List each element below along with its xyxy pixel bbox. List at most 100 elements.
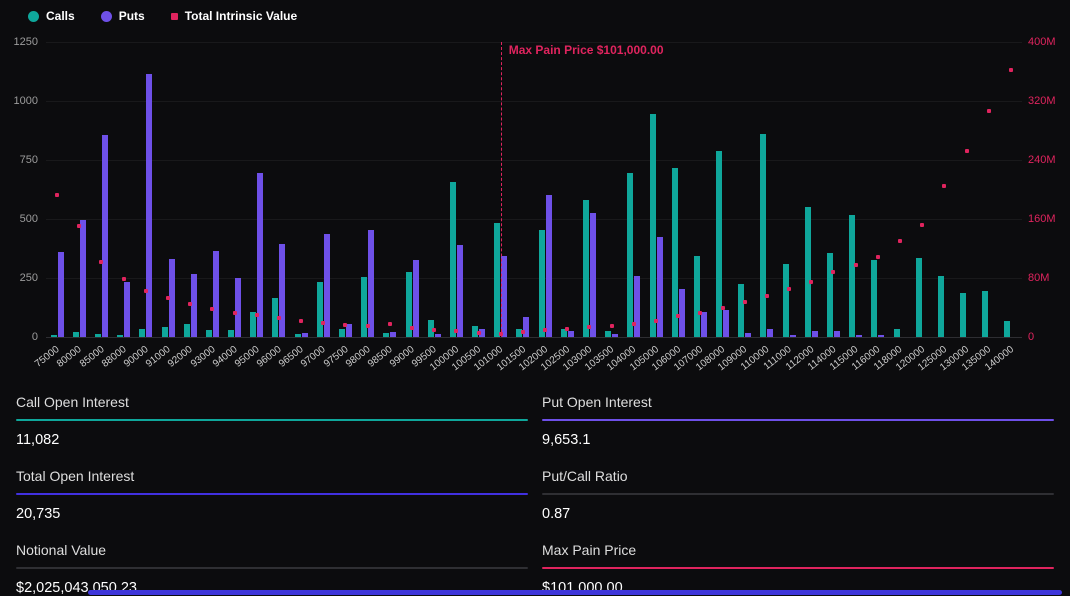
put-bar — [435, 334, 441, 337]
legend-item-calls[interactable]: Calls — [28, 9, 75, 23]
total-intrinsic-value-point — [144, 289, 148, 293]
x-tick-label: 88000 — [100, 344, 129, 370]
call-bar — [760, 134, 766, 337]
x-tick-label: 98500 — [366, 344, 395, 370]
total-intrinsic-value-point — [188, 302, 192, 306]
put-bar — [745, 333, 751, 337]
call-bar — [849, 215, 855, 337]
put-bar — [790, 335, 796, 337]
gridline — [46, 219, 1022, 220]
call-bar — [894, 329, 900, 337]
call-bar — [982, 291, 988, 337]
total-intrinsic-value-point — [765, 294, 769, 298]
total-intrinsic-value-point — [743, 300, 747, 304]
bottom-accent-bar — [88, 590, 1062, 595]
stat-label: Notional Value — [16, 542, 528, 558]
left-axis-tick: 750 — [0, 153, 38, 167]
stat-value: 20,735 — [16, 506, 528, 522]
x-tick-label: 94000 — [211, 344, 240, 370]
x-tick-label: 85000 — [78, 344, 107, 370]
total-intrinsic-value-legend-marker-icon — [171, 13, 178, 20]
legend-item-puts[interactable]: Puts — [101, 9, 145, 23]
put-bar — [279, 244, 285, 337]
total-intrinsic-value-point — [654, 319, 658, 323]
call-bar — [916, 258, 922, 337]
legend-item-total-intrinsic-value[interactable]: Total Intrinsic Value — [171, 9, 297, 23]
total-intrinsic-value-point — [676, 314, 680, 318]
total-intrinsic-value-point — [388, 322, 392, 326]
put-bar — [767, 329, 773, 337]
total-intrinsic-value-point — [898, 239, 902, 243]
put-bar — [213, 251, 219, 337]
total-intrinsic-value-point — [854, 263, 858, 267]
x-axis-labels: 7500080000850008800090000910009200093000… — [0, 340, 1070, 380]
call-bar — [51, 335, 57, 337]
put-bar — [878, 335, 884, 337]
total-intrinsic-value-point — [122, 277, 126, 281]
x-tick-label: 97000 — [299, 344, 328, 370]
gridline — [46, 101, 1022, 102]
stat-put-call-ratio: Put/Call Ratio 0.87 — [542, 462, 1054, 522]
right-axis-tick: 160M — [1028, 212, 1056, 226]
put-bar — [80, 220, 86, 337]
total-intrinsic-value-point — [876, 255, 880, 259]
put-bar — [679, 289, 685, 337]
x-tick-label: 80000 — [55, 344, 84, 370]
stat-label: Put Open Interest — [542, 394, 1054, 410]
total-intrinsic-value-point — [698, 311, 702, 315]
plot-area[interactable]: Max Pain Price $101,000.00 — [46, 42, 1022, 337]
total-intrinsic-value-point — [299, 319, 303, 323]
chart-legend: Calls Puts Total Intrinsic Value — [28, 9, 297, 23]
options-open-interest-chart[interactable]: Calls Puts Total Intrinsic Value 0250500… — [0, 0, 1070, 380]
stat-put-open-interest: Put Open Interest 9,653.1 — [542, 388, 1054, 448]
x-tick-label: 92000 — [166, 344, 195, 370]
x-tick-label: 96500 — [277, 344, 306, 370]
x-tick-label: 96000 — [255, 344, 284, 370]
put-bar — [612, 334, 618, 337]
stat-label: Max Pain Price — [542, 542, 1054, 558]
call-bar — [783, 264, 789, 337]
total-intrinsic-value-point — [942, 184, 946, 188]
stat-value: 11,082 — [16, 432, 528, 448]
call-bar — [295, 334, 301, 337]
total-intrinsic-value-point — [454, 329, 458, 333]
put-bar — [390, 332, 396, 337]
stat-underline — [16, 493, 528, 495]
call-bar — [383, 333, 389, 337]
call-bar — [694, 256, 700, 337]
left-axis-tick: 1250 — [0, 35, 38, 49]
total-intrinsic-value-point — [920, 223, 924, 227]
puts-legend-marker-icon — [101, 11, 112, 22]
put-bar — [235, 278, 241, 337]
max-pain-line — [501, 42, 502, 337]
total-intrinsic-value-point — [610, 324, 614, 328]
total-intrinsic-value-point — [255, 313, 259, 317]
call-bar — [228, 330, 234, 337]
call-bar — [605, 331, 611, 337]
total-intrinsic-value-point — [277, 316, 281, 320]
call-bar — [317, 282, 323, 337]
total-intrinsic-value-point — [632, 322, 636, 326]
total-intrinsic-value-point — [987, 109, 991, 113]
x-tick-label: 91000 — [144, 344, 173, 370]
left-axis: 025050075010001250 — [0, 42, 38, 337]
total-intrinsic-value-point — [233, 311, 237, 315]
total-intrinsic-value-point — [831, 270, 835, 274]
call-bar — [960, 293, 966, 337]
put-bar — [523, 317, 529, 337]
left-axis-tick: 500 — [0, 212, 38, 226]
x-tick-label: 90000 — [122, 344, 151, 370]
right-axis-tick: 400M — [1028, 35, 1056, 49]
put-bar — [590, 213, 596, 337]
call-bar — [117, 335, 123, 337]
put-bar — [856, 335, 862, 337]
call-bar — [95, 334, 101, 337]
x-tick-label: 99000 — [388, 344, 417, 370]
x-tick-label: 93000 — [188, 344, 217, 370]
x-tick-label: 97500 — [322, 344, 351, 370]
call-bar — [339, 329, 345, 337]
total-intrinsic-value-point — [99, 260, 103, 264]
put-bar — [124, 282, 130, 337]
legend-label-puts: Puts — [119, 9, 145, 23]
call-bar — [871, 260, 877, 337]
